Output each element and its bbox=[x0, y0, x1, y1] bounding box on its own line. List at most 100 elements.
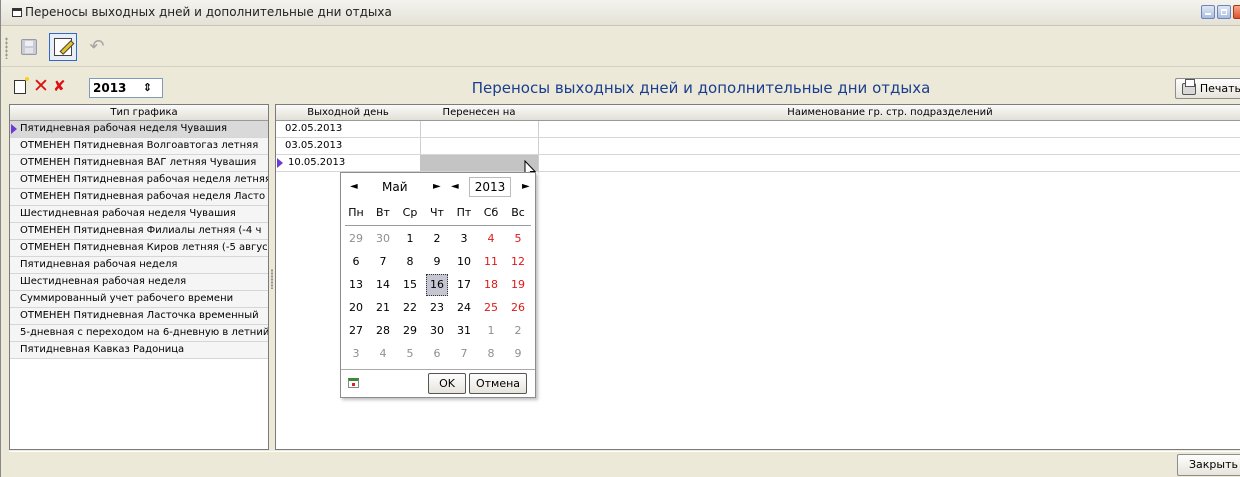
schedule-type-row[interactable]: Суммированный учет рабочего времени bbox=[10, 291, 268, 308]
undo-button[interactable]: ↶ bbox=[83, 33, 111, 61]
day-off-cell[interactable]: 10.05.2013 bbox=[288, 155, 345, 171]
page-title: Переносы выходных дней и дополнительные … bbox=[471, 79, 931, 97]
next-year-button[interactable]: ► bbox=[522, 181, 530, 192]
new-record-icon[interactable] bbox=[14, 75, 31, 94]
maximize-button[interactable] bbox=[1217, 5, 1231, 19]
calendar-day[interactable]: 12 bbox=[507, 251, 529, 273]
calendar-day[interactable]: 27 bbox=[345, 320, 367, 342]
calendar-day[interactable]: 29 bbox=[345, 228, 367, 250]
day-off-cell[interactable]: 02.05.2013 bbox=[285, 121, 342, 137]
calendar-day[interactable]: 13 bbox=[345, 274, 367, 296]
year-spinner[interactable]: 2013 ⇕ bbox=[89, 78, 163, 98]
day-off-cell[interactable]: 03.05.2013 bbox=[285, 138, 342, 154]
prev-year-button[interactable]: ◄ bbox=[451, 181, 459, 192]
calendar-day[interactable]: 4 bbox=[480, 228, 502, 250]
calendar-day[interactable]: 2 bbox=[507, 320, 529, 342]
calendar-day[interactable]: 7 bbox=[453, 343, 475, 365]
schedule-type-label: Пятидневная рабочая неделя bbox=[20, 259, 178, 270]
schedule-type-label: ОТМЕНЕН Пятидневная рабочая неделя летня… bbox=[20, 174, 268, 185]
calendar-day[interactable]: 9 bbox=[507, 343, 529, 365]
schedule-type-row[interactable]: Пятидневная Кавказ Радоница bbox=[10, 342, 268, 359]
schedule-type-row[interactable]: ОТМЕНЕН Пятидневная Волгоавтогаз летняя bbox=[10, 138, 268, 155]
ok-button[interactable]: OK bbox=[428, 373, 466, 394]
calendar-day[interactable]: 30 bbox=[426, 320, 448, 342]
calendar-day[interactable]: 23 bbox=[426, 297, 448, 319]
edit-toolbar: ↶ bbox=[1, 27, 1240, 67]
calendar-month[interactable]: Май bbox=[382, 180, 408, 194]
calendar-day[interactable]: 2 bbox=[426, 228, 448, 250]
column-header-schedule-type[interactable]: Тип графика bbox=[10, 105, 268, 121]
calendar-day[interactable]: 30 bbox=[372, 228, 394, 250]
calendar-day[interactable]: 1 bbox=[480, 320, 502, 342]
toolbar-grip[interactable] bbox=[5, 37, 8, 59]
schedule-type-row[interactable]: ОТМЕНЕН Пятидневная Филиалы летняя (-4 ч bbox=[10, 223, 268, 240]
table-row[interactable]: 03.05.2013 bbox=[276, 138, 1240, 155]
schedule-type-row[interactable]: ОТМЕНЕН Пятидневная Киров летняя (-5 авг… bbox=[10, 240, 268, 257]
calendar-day[interactable]: 3 bbox=[345, 343, 367, 365]
calendar-day[interactable]: 17 bbox=[453, 274, 475, 296]
weekday-label: Вт bbox=[376, 206, 390, 219]
spinner-arrows-icon[interactable]: ⇕ bbox=[143, 81, 152, 95]
window-icon bbox=[12, 8, 22, 17]
schedule-type-row[interactable]: 5-дневная с переходом на 6-дневную в лет… bbox=[10, 325, 268, 342]
weekday-label: Чт bbox=[430, 206, 444, 219]
column-header-departments[interactable]: Наименование гр. стр. подразделений bbox=[538, 105, 1240, 120]
column-header-day-off[interactable]: Выходной день bbox=[276, 105, 420, 120]
calendar-day[interactable]: 28 bbox=[372, 320, 394, 342]
calendar-year[interactable]: 2013 bbox=[469, 177, 511, 197]
save-button[interactable] bbox=[15, 33, 43, 61]
calendar-day[interactable]: 11 bbox=[480, 251, 502, 273]
calendar-day[interactable]: 14 bbox=[372, 274, 394, 296]
column-header-moved-to[interactable]: Перенесен на bbox=[420, 105, 538, 120]
schedule-type-row[interactable]: ОТМЕНЕН Пятидневная рабочая неделя Ласто bbox=[10, 189, 268, 206]
calendar-day[interactable]: 6 bbox=[345, 251, 367, 273]
cancel-button[interactable]: Отмена bbox=[469, 373, 527, 394]
calendar-day[interactable]: 25 bbox=[480, 297, 502, 319]
calendar-day[interactable]: 9 bbox=[426, 251, 448, 273]
calendar-day[interactable]: 29 bbox=[399, 320, 421, 342]
calendar-day[interactable]: 19 bbox=[507, 274, 529, 296]
calendar-day[interactable]: 22 bbox=[399, 297, 421, 319]
close-window-button[interactable] bbox=[1233, 5, 1240, 19]
schedule-type-row[interactable]: Шестидневная рабочая неделя bbox=[10, 274, 268, 291]
calendar-day[interactable]: 5 bbox=[399, 343, 421, 365]
filter-bar: ✕ ✘ 2013 ⇕ Переносы выходных дней и допо… bbox=[1, 75, 1240, 100]
minimize-button[interactable] bbox=[1201, 5, 1215, 19]
edit-button[interactable] bbox=[49, 33, 77, 61]
calendar-day[interactable]: 8 bbox=[480, 343, 502, 365]
schedule-type-row[interactable]: Пятидневная рабочая неделя bbox=[10, 257, 268, 274]
close-button[interactable]: Закрыть bbox=[1177, 454, 1240, 476]
calendar-day[interactable]: 21 bbox=[372, 297, 394, 319]
calendar-day[interactable]: 5 bbox=[507, 228, 529, 250]
print-button[interactable]: Печать bbox=[1175, 78, 1240, 99]
calendar-day[interactable]: 26 bbox=[507, 297, 529, 319]
calendar-day[interactable]: 10 bbox=[453, 251, 475, 273]
schedule-type-row[interactable]: ОТМЕНЕН Пятидневная рабочая неделя летня… bbox=[10, 172, 268, 189]
calendar-day[interactable]: 8 bbox=[399, 251, 421, 273]
calendar-day[interactable]: 31 bbox=[453, 320, 475, 342]
calendar-day[interactable]: 24 bbox=[453, 297, 475, 319]
calendar-day[interactable]: 1 bbox=[399, 228, 421, 250]
schedule-type-row[interactable]: Шестидневная рабочая неделя Чувашия bbox=[10, 206, 268, 223]
table-row[interactable]: 02.05.2013 bbox=[276, 121, 1240, 138]
schedule-type-row[interactable]: Пятидневная рабочая неделя Чувашия bbox=[10, 121, 268, 138]
table-row[interactable]: 10.05.2013 bbox=[276, 155, 1240, 172]
calendar-day[interactable]: 15 bbox=[399, 274, 421, 296]
calendar-day[interactable]: 4 bbox=[372, 343, 394, 365]
next-month-button[interactable]: ► bbox=[433, 181, 441, 192]
calendar-header: ◄ Май ► ◄ 2013 ► bbox=[341, 173, 535, 203]
schedule-type-row[interactable]: ОТМЕНЕН Пятидневная Ласточка временный bbox=[10, 308, 268, 325]
calendar-day[interactable]: 7 bbox=[372, 251, 394, 273]
moved-to-cell-editing[interactable] bbox=[420, 155, 538, 171]
clear-filter-icon[interactable]: ✘ bbox=[53, 77, 66, 96]
prev-month-button[interactable]: ◄ bbox=[350, 181, 358, 192]
calendar-day[interactable]: 18 bbox=[480, 274, 502, 296]
calendar-day[interactable]: 20 bbox=[345, 297, 367, 319]
row-pointer-icon bbox=[11, 124, 17, 134]
today-icon[interactable] bbox=[348, 378, 359, 388]
delete-icon[interactable]: ✕ bbox=[33, 77, 49, 96]
calendar-day[interactable]: 16 bbox=[426, 274, 448, 296]
calendar-day[interactable]: 6 bbox=[426, 343, 448, 365]
calendar-day[interactable]: 3 bbox=[453, 228, 475, 250]
schedule-type-row[interactable]: ОТМЕНЕН Пятидневная ВАГ летняя Чувашия bbox=[10, 155, 268, 172]
